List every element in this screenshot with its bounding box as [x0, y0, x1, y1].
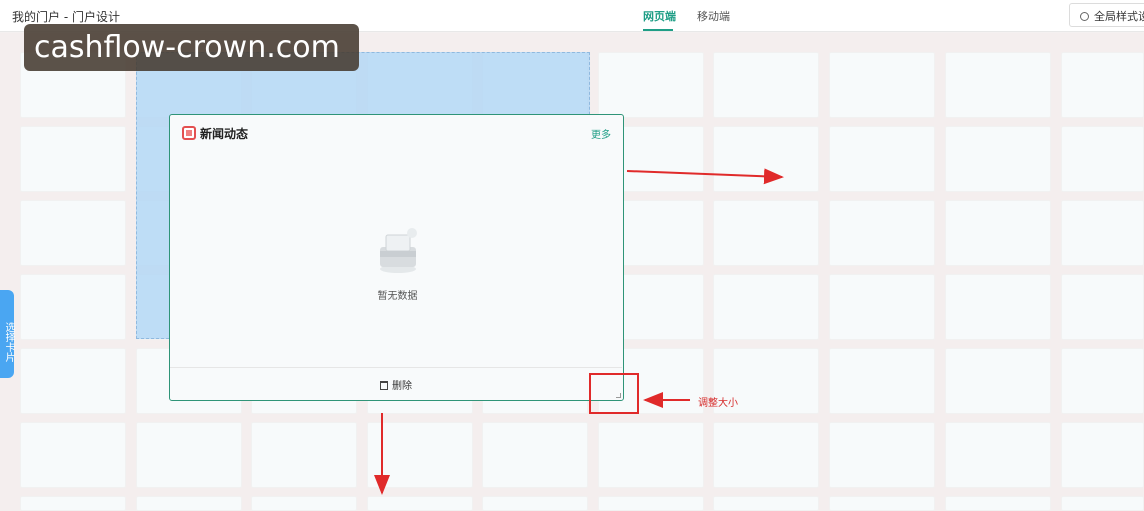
grid-cell: [1061, 274, 1144, 340]
news-icon: [182, 126, 196, 140]
tab-mobile[interactable]: 移动端: [697, 8, 730, 24]
empty-state-text: 暂无数据: [377, 291, 418, 302]
grid-cell: [945, 52, 1051, 118]
empty-box-icon: [380, 228, 417, 273]
grid-cell: [945, 348, 1051, 414]
grid-cell: [713, 200, 819, 266]
grid-cell: [945, 126, 1051, 192]
grid-cell: [829, 126, 935, 192]
card-title: 新闻动态: [200, 127, 249, 141]
page-title: 我的门户 - 门户设计: [12, 10, 120, 24]
grid-cell: [1061, 422, 1144, 488]
grid-cell: [598, 52, 704, 118]
global-style-button[interactable]: 全局样式设置: [1069, 3, 1144, 27]
grid-cell: [829, 274, 935, 340]
grid-cell: [20, 126, 126, 192]
grid-cell: [20, 348, 126, 414]
grid-cell: [482, 496, 588, 511]
grid-cell: [829, 348, 935, 414]
trash-icon: [380, 381, 388, 390]
grid-cell: [20, 274, 126, 340]
active-tab-indicator: [643, 29, 673, 31]
grid-cell: [20, 496, 126, 511]
grid-cell: [945, 422, 1051, 488]
delete-button[interactable]: 删除: [380, 377, 412, 392]
grid-cell: [713, 422, 819, 488]
gear-icon: [1080, 12, 1089, 21]
grid-cell: [945, 200, 1051, 266]
grid-cell: [713, 274, 819, 340]
grid-cell: [367, 496, 473, 511]
resize-annotation-label: 调整大小: [698, 398, 738, 409]
grid-cell: [829, 496, 935, 511]
grid-cell: [20, 422, 126, 488]
grid-cell: [136, 422, 242, 488]
resize-highlight-box: [589, 373, 639, 414]
grid-cell: [598, 422, 704, 488]
more-link[interactable]: 更多: [591, 126, 611, 141]
grid-cell: [251, 496, 357, 511]
grid-cell: [829, 422, 935, 488]
grid-cell: [1061, 126, 1144, 192]
grid-cell: [945, 274, 1051, 340]
grid-cell: [1061, 348, 1144, 414]
grid-cell: [713, 126, 819, 192]
grid-cell: [829, 52, 935, 118]
grid-cell: [367, 422, 473, 488]
watermark: cashflow-crown.com: [24, 24, 359, 71]
grid-cell: [1061, 52, 1144, 118]
grid-cell: [829, 200, 935, 266]
grid-cell: [251, 422, 357, 488]
grid-cell: [598, 496, 704, 511]
tab-web[interactable]: 网页端: [643, 8, 676, 24]
select-card-tab[interactable]: 选择卡片: [0, 290, 14, 378]
grid-cell: [136, 496, 242, 511]
news-card[interactable]: 新闻动态 更多 暂无数据 删除: [169, 114, 624, 401]
grid-cell: [1061, 496, 1144, 511]
grid-cell: [20, 200, 126, 266]
delete-label: 删除: [392, 381, 412, 392]
grid-cell: [713, 496, 819, 511]
grid-cell: [713, 52, 819, 118]
global-style-label: 全局样式设置: [1094, 10, 1144, 23]
card-divider: [170, 367, 622, 368]
grid-cell: [945, 496, 1051, 511]
grid-cell: [482, 422, 588, 488]
grid-cell: [1061, 200, 1144, 266]
